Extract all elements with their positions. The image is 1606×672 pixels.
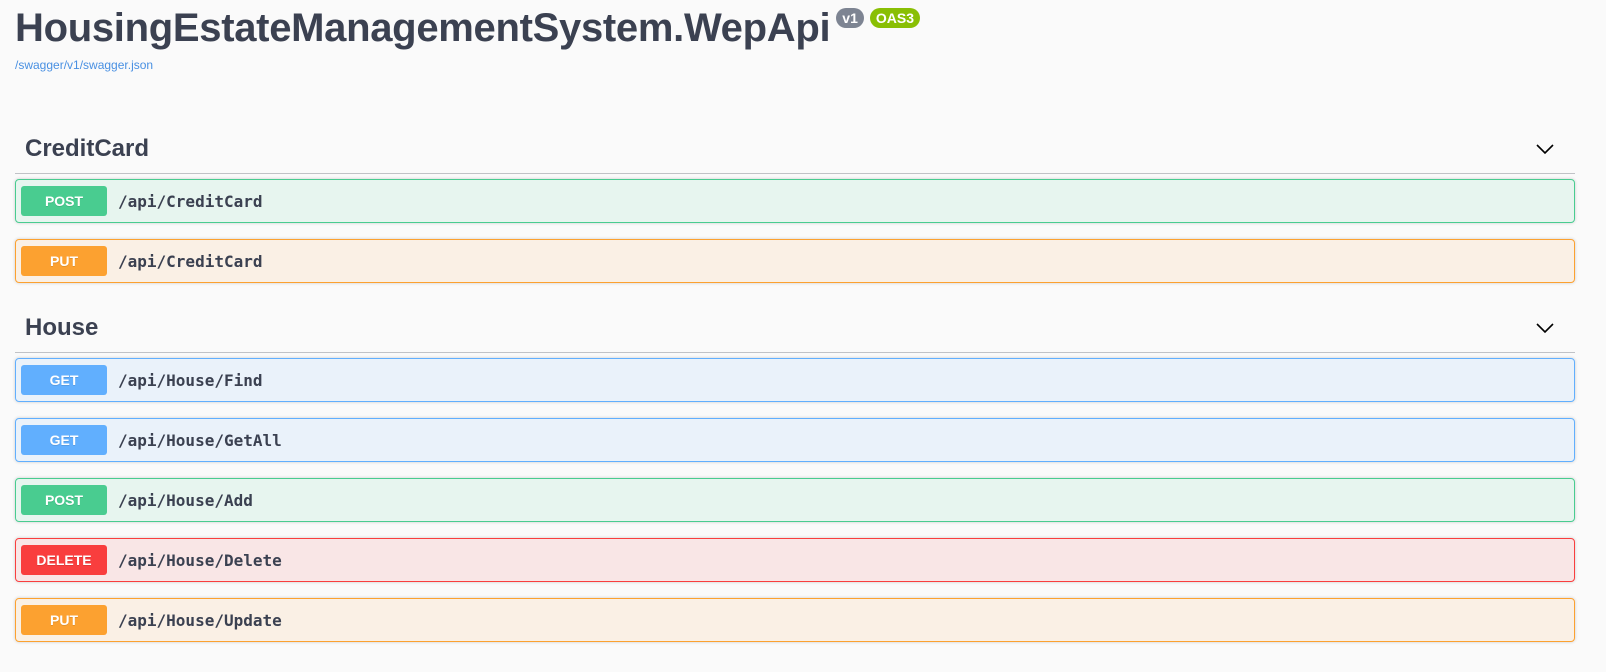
tag-section-creditcard: CreditCard POST /api/CreditCard PUT /api…	[15, 125, 1575, 283]
operation-delete-house[interactable]: DELETE /api/House/Delete	[15, 538, 1575, 582]
api-info: HousingEstateManagementSystem.WepApi v1 …	[15, 4, 1215, 72]
operation-path: /api/House/Update	[118, 610, 282, 630]
method-badge: GET	[21, 365, 107, 395]
operation-post-creditcard[interactable]: POST /api/CreditCard	[15, 179, 1575, 223]
chevron-down-icon[interactable]	[1535, 318, 1555, 338]
method-badge: PUT	[21, 246, 107, 276]
swagger-json-link[interactable]: /swagger/v1/swagger.json	[15, 58, 1215, 72]
operation-path: /api/House/GetAll	[118, 430, 282, 450]
operation-put-house-update[interactable]: PUT /api/House/Update	[15, 598, 1575, 642]
operation-path: /api/House/Add	[118, 490, 253, 510]
tag-name: CreditCard	[25, 135, 150, 162]
title-row: HousingEstateManagementSystem.WepApi v1 …	[15, 4, 1215, 52]
operation-path: /api/CreditCard	[118, 251, 263, 271]
operation-post-house-add[interactable]: POST /api/House/Add	[15, 478, 1575, 522]
tag-header-creditcard[interactable]: CreditCard	[15, 125, 1575, 174]
operation-path: /api/House/Find	[118, 370, 263, 390]
method-badge: POST	[21, 485, 107, 515]
tag-section-house: House GET /api/House/Find GET /api/House…	[15, 304, 1575, 642]
method-badge: PUT	[21, 605, 107, 635]
tag-name: House	[25, 314, 99, 341]
oas-badge: OAS3	[869, 8, 920, 28]
chevron-down-icon[interactable]	[1535, 139, 1555, 159]
tag-header-house[interactable]: House	[15, 304, 1575, 353]
operation-get-house-find[interactable]: GET /api/House/Find	[15, 358, 1575, 402]
operation-get-house-getall[interactable]: GET /api/House/GetAll	[15, 418, 1575, 462]
method-badge: GET	[21, 425, 107, 455]
operation-path: /api/CreditCard	[118, 191, 263, 211]
operation-path: /api/House/Delete	[118, 550, 282, 570]
api-title: HousingEstateManagementSystem.WepApi	[15, 6, 831, 50]
operation-put-creditcard[interactable]: PUT /api/CreditCard	[15, 239, 1575, 283]
version-badge: v1	[836, 8, 864, 28]
method-badge: POST	[21, 186, 107, 216]
method-badge: DELETE	[21, 545, 107, 575]
